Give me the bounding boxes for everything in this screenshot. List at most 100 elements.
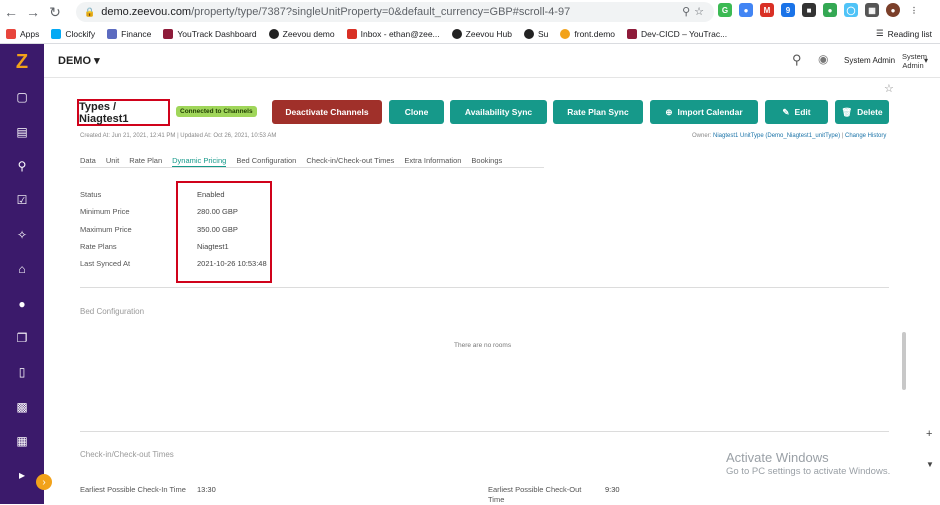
sidebar-item-tags[interactable]: ✧ <box>0 218 44 252</box>
profile-icon[interactable]: ● <box>886 3 900 17</box>
sidebar-item-calendar[interactable]: ▤ <box>0 114 44 148</box>
sidebar-item-messages[interactable]: ▢ <box>0 80 44 114</box>
availability-sync-button[interactable]: Availability Sync <box>450 100 547 124</box>
delete-button[interactable]: 🗑 Delete <box>835 100 889 124</box>
activate-windows-title: Activate Windows <box>726 450 829 465</box>
ring-icon[interactable]: ◯ <box>844 3 858 17</box>
reload-icon[interactable]: ↻ <box>44 4 66 21</box>
lock-icon: 🔒 <box>84 6 96 17</box>
brand-dropdown[interactable]: DEMO ▾ <box>58 54 100 67</box>
change-history-link[interactable]: Change History <box>845 133 886 139</box>
tab-bookings[interactable]: Bookings <box>471 154 502 167</box>
user-name[interactable]: System Admin <box>844 56 895 65</box>
reading-list[interactable]: ☰ Reading list <box>876 28 932 39</box>
url-path: /property/type/7387?singleUnitProperty=0… <box>191 6 571 18</box>
tab-extra-information[interactable]: Extra Information <box>404 154 461 167</box>
chrome-ext-icon[interactable]: ● <box>823 3 837 17</box>
tab-data[interactable]: Data <box>80 154 96 167</box>
tab-bed-configuration[interactable]: Bed Configuration <box>236 154 296 167</box>
status-label: Status <box>80 190 102 199</box>
button-label: Import Calendar <box>677 107 743 117</box>
calendar-icon: ▤ <box>16 124 28 139</box>
address-bar[interactable]: 🔒 demo.zeevou.com /property/type/7387?si… <box>76 2 714 22</box>
bookmark-finance[interactable]: Finance <box>107 28 152 39</box>
menu-dots-icon[interactable]: ⋮ <box>907 3 921 17</box>
button-label: Rate Plan Sync <box>567 107 629 117</box>
sidebar-item-documents[interactable]: ▯ <box>0 355 44 389</box>
min-price-label: Minimum Price <box>80 207 130 216</box>
tab-checkin-checkout[interactable]: Check-in/Check-out Times <box>306 154 394 167</box>
translate-icon[interactable]: ● <box>739 3 753 17</box>
tab-unit[interactable]: Unit <box>106 154 119 167</box>
user-menu-caret-icon[interactable]: ▾ <box>924 56 928 65</box>
zeevou-logo-icon <box>560 28 571 39</box>
sidebar-item-tasks[interactable]: ☑ <box>0 183 44 217</box>
avatar[interactable]: System Admin <box>902 52 927 70</box>
extension-icons: G ● M 9 ■ ● ◯ ▦ ● ⋮ <box>718 3 921 17</box>
bookmark-inbox[interactable]: Inbox - ethan@zee... <box>346 28 440 39</box>
mouse-icon[interactable]: ◉ <box>818 52 828 66</box>
search-icon[interactable]: ⚲ <box>792 52 802 68</box>
zoom-icon[interactable]: ⚲ <box>682 5 690 18</box>
file-icon: ▦ <box>16 434 28 449</box>
puzzle-icon[interactable]: ▦ <box>865 3 879 17</box>
deactivate-channels-button[interactable]: Deactivate Channels <box>272 100 382 124</box>
page-title: Types / Niagtest1 <box>77 99 170 126</box>
favorite-star-icon[interactable]: ☆ <box>884 82 894 95</box>
extension-dark-icon[interactable]: ■ <box>802 3 816 17</box>
calendar-icon[interactable]: 9 <box>781 3 795 17</box>
youtrack-icon <box>627 28 638 39</box>
timestamps: Created At: Jun 21, 2021, 12:41 PM | Upd… <box>80 133 277 139</box>
rate-plan-sync-button[interactable]: Rate Plan Sync <box>553 100 643 124</box>
bookmark-zeevou-demo[interactable]: Zeevou demo <box>268 28 335 39</box>
bookmark-label: front.demo <box>574 28 616 39</box>
zeevou-icon <box>451 28 462 39</box>
tab-bar: Data Unit Rate Plan Dynamic Pricing Bed … <box>80 154 544 168</box>
last-synced-label: Last Synced At <box>80 259 131 268</box>
chevron-down-icon[interactable]: ▼ <box>926 460 934 469</box>
import-calendar-button[interactable]: ⊕ Import Calendar <box>650 100 758 124</box>
gmail-icon[interactable]: M <box>760 3 774 17</box>
reading-list-label: Reading list <box>887 28 932 39</box>
sidebar-item-users[interactable]: ● <box>0 286 44 320</box>
tab-dynamic-pricing[interactable]: Dynamic Pricing <box>172 154 227 167</box>
sidebar-item-copy[interactable]: ❐ <box>0 321 44 355</box>
checkbox-icon: ☑ <box>16 193 28 208</box>
sidebar-item-properties[interactable]: ⌂ <box>0 252 44 286</box>
sidebar-expand-button[interactable]: › <box>36 474 52 490</box>
sidebar-item-reports[interactable]: ▩ <box>0 390 44 424</box>
bookmark-zeevou-hub[interactable]: Zeevou Hub <box>451 28 512 39</box>
sidebar-item-files[interactable]: ▦ <box>0 424 44 458</box>
user-icon: ● <box>18 296 26 311</box>
bookmark-label: Zeevou Hub <box>465 28 512 39</box>
tab-rate-plan[interactable]: Rate Plan <box>129 154 162 167</box>
bookmark-label: Dev-CICD – YouTrac... <box>641 28 728 39</box>
owner-label: Owner: <box>692 133 712 139</box>
zeevou-logo-icon[interactable]: Z <box>0 44 44 80</box>
edit-button[interactable]: ✎ Edit <box>765 100 828 124</box>
sidebar-item-search[interactable]: ⚲ <box>0 149 44 183</box>
bookmark-clockify[interactable]: Clockify <box>51 28 95 39</box>
bookmark-apps[interactable]: Apps <box>6 28 39 39</box>
bookmark-dev-cicd[interactable]: Dev-CICD – YouTrac... <box>627 28 728 39</box>
bookmark-label: Finance <box>121 28 152 39</box>
forward-icon[interactable]: → <box>22 4 44 20</box>
bookmark-front-demo[interactable]: front.demo <box>560 28 616 39</box>
clone-button[interactable]: Clone <box>389 100 444 124</box>
back-icon[interactable]: ← <box>0 4 22 20</box>
button-label: Delete <box>857 107 883 117</box>
brand-label: DEMO <box>58 55 91 67</box>
grammarly-icon[interactable]: G <box>718 3 732 17</box>
section-divider <box>80 431 889 432</box>
bookmark-su[interactable]: Su <box>523 28 548 39</box>
scrollbar-thumb[interactable] <box>902 332 906 390</box>
tag-icon: ✧ <box>16 227 28 242</box>
plus-icon[interactable]: + <box>926 428 932 440</box>
button-label: Deactivate Channels <box>285 107 369 117</box>
bookmark-star-icon[interactable]: ☆ <box>694 5 704 18</box>
owner-link[interactable]: Niagtest1 UnitType (Demo_Niagtest1_unitT… <box>713 133 840 139</box>
edit-icon: ✎ <box>782 106 790 117</box>
reading-list-icon: ☰ <box>875 28 884 38</box>
bookmark-youtrack[interactable]: YouTrack Dashboard <box>163 28 257 39</box>
search-icon: ⚲ <box>17 158 27 173</box>
